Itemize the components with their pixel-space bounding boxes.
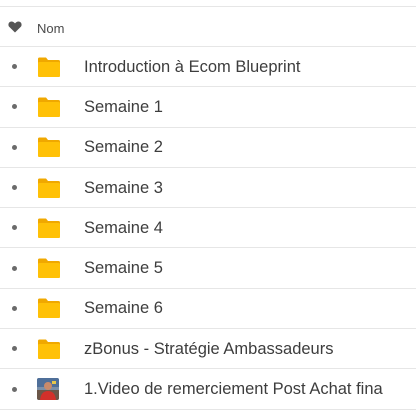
heart-icon[interactable] bbox=[8, 20, 22, 33]
folder-icon bbox=[37, 177, 61, 199]
folder-name[interactable]: Semaine 4 bbox=[84, 218, 163, 238]
name-column-header[interactable]: Nom bbox=[37, 21, 64, 37]
bullet-icon bbox=[12, 225, 17, 231]
video-thumbnail-icon bbox=[37, 378, 61, 401]
file-list: Introduction à Ecom Blueprint Semaine 1 Se… bbox=[0, 47, 416, 410]
file-browser-panel: Nom Introduction à Ecom Blueprint Semaine… bbox=[0, 0, 416, 416]
folder-icon bbox=[37, 136, 61, 158]
folder-row[interactable]: zBonus - Stratégie Ambassadeurs bbox=[0, 329, 416, 370]
folder-name[interactable]: Semaine 6 bbox=[84, 298, 163, 318]
folder-icon bbox=[37, 217, 61, 239]
list-header: Nom bbox=[0, 7, 416, 47]
folder-icon bbox=[37, 96, 61, 118]
folder-name[interactable]: zBonus - Stratégie Ambassadeurs bbox=[84, 339, 333, 359]
folder-row[interactable]: Semaine 3 bbox=[0, 168, 416, 209]
file-name[interactable]: 1.Video de remerciement Post Achat fina bbox=[84, 379, 383, 399]
folder-row[interactable]: Semaine 2 bbox=[0, 128, 416, 168]
folder-name[interactable]: Introduction à Ecom Blueprint bbox=[84, 57, 300, 77]
folder-row[interactable]: Introduction à Ecom Blueprint bbox=[0, 47, 416, 88]
folder-icon bbox=[37, 338, 61, 360]
folder-row[interactable]: Semaine 6 bbox=[0, 289, 416, 330]
bullet-icon bbox=[12, 64, 17, 70]
bullet-icon bbox=[12, 185, 17, 191]
bullet-icon bbox=[12, 144, 17, 150]
folder-icon bbox=[37, 257, 61, 279]
folder-row[interactable]: Semaine 5 bbox=[0, 248, 416, 289]
folder-name[interactable]: Semaine 5 bbox=[84, 258, 163, 278]
folder-row[interactable]: Semaine 4 bbox=[0, 208, 416, 249]
folder-row[interactable]: Semaine 1 bbox=[0, 87, 416, 128]
bullet-icon bbox=[12, 265, 17, 271]
file-row[interactable]: 1.Video de remerciement Post Achat fina bbox=[0, 369, 416, 410]
bullet-icon bbox=[12, 346, 17, 352]
folder-icon bbox=[37, 56, 61, 78]
bullet-icon bbox=[12, 305, 17, 311]
folder-name[interactable]: Semaine 2 bbox=[84, 137, 163, 157]
folder-icon bbox=[37, 297, 61, 319]
folder-name[interactable]: Semaine 1 bbox=[84, 97, 163, 117]
folder-name[interactable]: Semaine 3 bbox=[84, 178, 163, 198]
bullet-icon bbox=[12, 104, 17, 110]
bullet-icon bbox=[12, 386, 17, 392]
